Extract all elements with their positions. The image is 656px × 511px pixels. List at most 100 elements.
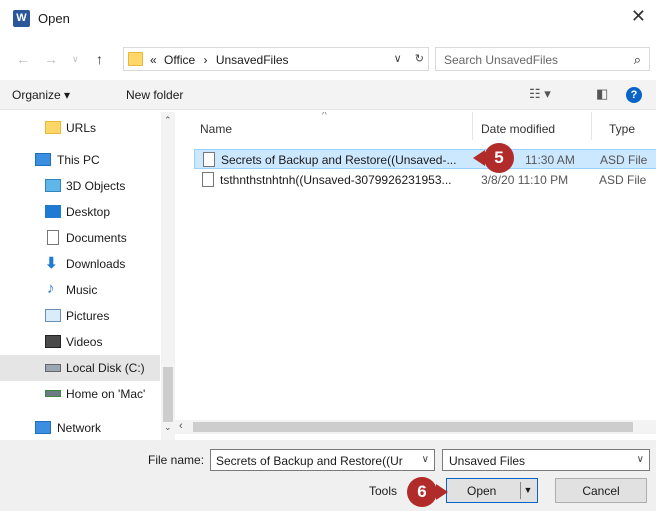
computer-icon bbox=[35, 153, 51, 166]
file-name: tsthnthstnhtnh((Unsaved-3079926231953... bbox=[220, 173, 452, 187]
up-icon[interactable]: ↑ bbox=[96, 51, 103, 67]
document-icon bbox=[47, 230, 59, 245]
sidebar-item-label: Documents bbox=[66, 231, 127, 245]
scrollbar-thumb[interactable] bbox=[163, 367, 173, 422]
file-type-select[interactable]: Unsaved Files ∨ bbox=[442, 449, 650, 471]
window-title: Open bbox=[38, 11, 70, 26]
column-divider bbox=[472, 112, 473, 140]
scroll-down-icon[interactable]: ⌄ bbox=[164, 422, 172, 433]
sidebar-item-home-on-mac[interactable]: Home on 'Mac' bbox=[0, 381, 160, 407]
breadcrumb-unsavedfiles[interactable]: UnsavedFiles bbox=[216, 53, 289, 67]
sidebar-item-label: URLs bbox=[66, 121, 97, 135]
folder-icon bbox=[45, 121, 61, 134]
sidebar-item-network[interactable]: Network bbox=[0, 415, 160, 441]
sidebar-item-pictures[interactable]: Pictures bbox=[0, 303, 160, 329]
sidebar-item-label: Home on 'Mac' bbox=[66, 387, 146, 401]
vertical-scrollbar[interactable]: ⌃ ⌄ bbox=[161, 112, 175, 440]
breadcrumb-office[interactable]: Office bbox=[164, 53, 195, 67]
open-dropdown-icon[interactable]: ▼ bbox=[520, 482, 535, 499]
cancel-button-label: Cancel bbox=[582, 484, 620, 498]
scroll-up-icon[interactable]: ⌃ bbox=[164, 115, 172, 126]
breadcrumb: « Office › UnsavedFiles bbox=[150, 53, 289, 67]
music-icon: ♪ bbox=[47, 280, 55, 297]
address-bar[interactable]: « Office › UnsavedFiles ∨ ↻ bbox=[123, 47, 429, 71]
sidebar-item-downloads[interactable]: ⬇ Downloads bbox=[0, 251, 160, 277]
sidebar-item-documents[interactable]: Documents bbox=[0, 225, 160, 251]
search-input[interactable]: Search UnsavedFiles ⌕ bbox=[435, 47, 650, 71]
sidebar-item-label: This PC bbox=[57, 153, 100, 167]
new-folder-button[interactable]: New folder bbox=[126, 88, 183, 102]
step-6-callout: 6 bbox=[407, 477, 437, 507]
sidebar-item-label: Music bbox=[66, 283, 98, 297]
file-name-input[interactable]: Secrets of Backup and Restore((Ur ∨ bbox=[210, 449, 435, 471]
organize-button[interactable]: Organize ▾ bbox=[12, 88, 70, 102]
open-button[interactable]: Open ▼ bbox=[446, 478, 538, 503]
column-header-name[interactable]: Name bbox=[200, 122, 232, 136]
sidebar-item-label: Local Disk (C:) bbox=[66, 361, 145, 375]
callout-pointer bbox=[436, 484, 448, 500]
chevron-down-icon[interactable]: ∨ bbox=[637, 454, 644, 465]
sidebar-item-label: 3D Objects bbox=[66, 179, 126, 193]
chevron-down-icon[interactable]: ∨ bbox=[422, 454, 429, 465]
forward-icon[interactable]: → bbox=[44, 51, 58, 67]
sidebar-item-label: Downloads bbox=[66, 257, 126, 271]
file-name-label: File name: bbox=[148, 453, 205, 467]
sort-ascending-icon: ^ bbox=[322, 112, 327, 121]
refresh-icon[interactable]: ↻ bbox=[415, 53, 424, 65]
file-row[interactable]: tsthnthstnhtnh((Unsaved-3079926231953...… bbox=[194, 170, 656, 190]
horizontal-scrollbar[interactable]: ‹ bbox=[175, 420, 656, 434]
sidebar-item-this-pc[interactable]: This PC bbox=[0, 147, 160, 173]
preview-pane-icon[interactable]: ◧ bbox=[596, 86, 608, 102]
sidebar-item-label: Network bbox=[57, 421, 102, 435]
bottom-panel: File name: Secrets of Backup and Restore… bbox=[0, 440, 656, 511]
cancel-button[interactable]: Cancel bbox=[555, 478, 647, 503]
step-5-callout: 5 bbox=[484, 143, 514, 173]
network-icon bbox=[35, 421, 51, 434]
file-name: Secrets of Backup and Restore((Unsaved-.… bbox=[221, 153, 457, 167]
cube-icon bbox=[45, 179, 61, 192]
desktop-icon bbox=[45, 205, 61, 218]
file-name-value: Secrets of Backup and Restore((Ur bbox=[216, 454, 403, 468]
download-icon: ⬇ bbox=[45, 255, 58, 272]
column-header-date-modified[interactable]: Date modified bbox=[481, 122, 555, 136]
pictures-icon bbox=[45, 309, 61, 322]
help-icon[interactable]: ? bbox=[626, 87, 642, 103]
drive-icon bbox=[45, 364, 61, 372]
breadcrumb-overflow[interactable]: « bbox=[150, 53, 157, 67]
sidebar-item-local-disk[interactable]: Local Disk (C:) bbox=[0, 355, 160, 381]
column-divider bbox=[591, 112, 592, 140]
sidebar-item-urls[interactable]: URLs bbox=[0, 115, 160, 141]
sidebar-item-music[interactable]: ♪ Music bbox=[0, 277, 160, 303]
sidebar-item-label: Videos bbox=[66, 335, 103, 349]
scroll-left-icon[interactable]: ‹ bbox=[179, 420, 183, 432]
sidebar-item-label: Desktop bbox=[66, 205, 111, 219]
sidebar-item-label: Pictures bbox=[66, 309, 110, 323]
column-header-type[interactable]: Type bbox=[609, 122, 635, 136]
file-icon bbox=[203, 152, 215, 167]
tools-button[interactable]: Tools bbox=[369, 484, 397, 498]
title-bar: W Open ✕ bbox=[0, 0, 656, 38]
file-date: 3/8/20 11:10 PM bbox=[481, 173, 569, 187]
search-placeholder: Search UnsavedFiles bbox=[444, 53, 559, 67]
recent-dropdown-icon[interactable]: ∨ bbox=[72, 54, 79, 65]
back-icon[interactable]: ← bbox=[16, 51, 30, 67]
file-type-value: Unsaved Files bbox=[449, 454, 526, 468]
file-type: ASD File bbox=[600, 153, 648, 167]
file-type: ASD File bbox=[599, 173, 647, 187]
file-list: ^ Name Date modified Type Secrets of Bac… bbox=[184, 112, 656, 420]
open-button-label: Open bbox=[467, 484, 497, 498]
view-options-icon[interactable]: ☷ ▾ bbox=[529, 86, 551, 102]
file-row[interactable]: Secrets of Backup and Restore((Unsaved-.… bbox=[194, 149, 656, 169]
close-icon[interactable]: ✕ bbox=[631, 6, 646, 27]
scrollbar-thumb[interactable] bbox=[193, 422, 633, 432]
breadcrumb-separator: › bbox=[203, 53, 208, 67]
navigation-pane: URLs This PC 3D Objects Desktop Document… bbox=[0, 112, 175, 440]
address-dropdown-icon[interactable]: ∨ bbox=[394, 53, 402, 65]
search-icon: ⌕ bbox=[633, 52, 641, 67]
folder-icon bbox=[128, 52, 143, 66]
sidebar-item-3d-objects[interactable]: 3D Objects bbox=[0, 173, 160, 199]
sidebar-item-videos[interactable]: Videos bbox=[0, 329, 160, 355]
toolbar: Organize ▾ New folder ☷ ▾ ◧ ? bbox=[0, 80, 656, 110]
sidebar-item-desktop[interactable]: Desktop bbox=[0, 199, 160, 225]
network-drive-icon bbox=[45, 390, 61, 397]
